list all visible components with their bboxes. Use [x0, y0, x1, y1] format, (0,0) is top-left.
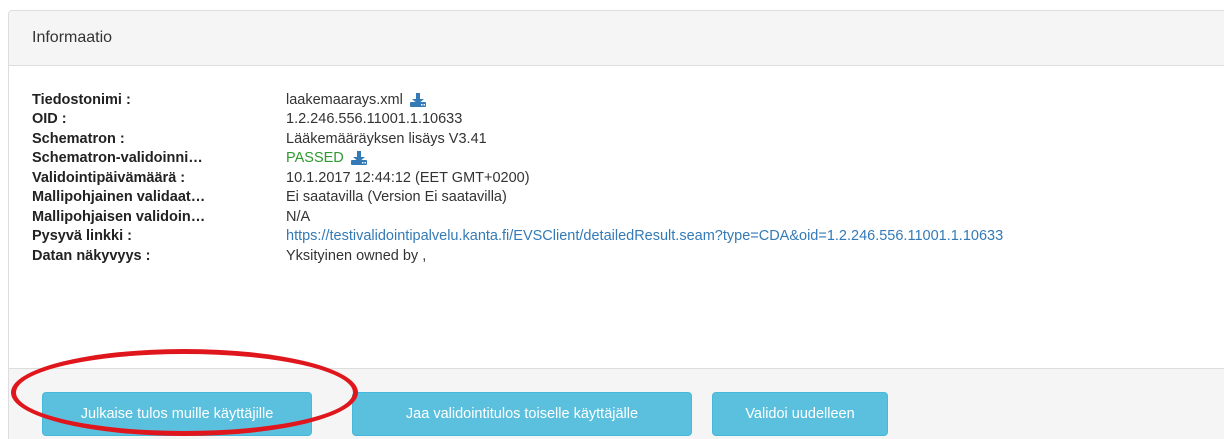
schematron-value: Lääkemääräyksen lisäys V3.41: [286, 130, 487, 147]
info-row-model-validator: Mallipohjainen validaat… Ei saatavilla (…: [32, 188, 1003, 208]
download-icon[interactable]: [350, 150, 368, 166]
panel-heading: Informaatio: [9, 11, 1224, 66]
publish-result-button[interactable]: Julkaise tulos muille käyttäjille: [42, 392, 312, 436]
oid-value: 1.2.246.556.11001.1.10633: [286, 111, 463, 128]
share-result-button[interactable]: Jaa validointitulos toiselle käyttäjälle: [352, 392, 692, 436]
panel-body: Tiedostonimi : laakemaarays.xml OID : 1.…: [9, 66, 1224, 366]
info-row-permanent-link: Pysyvä linkki : https://testivalidointip…: [32, 227, 1003, 247]
permanent-link-value: https://testivalidointipalvelu.kanta.fi/…: [286, 228, 1003, 244]
filename-value: laakemaarays.xml: [286, 92, 427, 108]
data-visibility-value: Yksityinen owned by ,: [286, 247, 427, 264]
info-table: Tiedostonimi : laakemaarays.xml OID : 1.…: [32, 90, 1003, 266]
filename-text: laakemaarays.xml: [286, 91, 403, 108]
info-row-oid: OID : 1.2.246.556.11001.1.10633: [32, 110, 1003, 130]
info-row-schematron: Schematron : Lääkemääräyksen lisäys V3.4…: [32, 129, 1003, 149]
model-validation-result-value: N/A: [286, 208, 311, 225]
info-row-schematron-result: Schematron-validoinni… PASSED: [32, 149, 1003, 169]
validation-date-value: 10.1.2017 12:44:12 (EET GMT+0200): [286, 169, 530, 186]
permanent-link-label: Pysyvä linkki :: [32, 228, 132, 245]
panel-footer: Julkaise tulos muille käyttäjille Jaa va…: [9, 368, 1224, 439]
schematron-result-label: Schematron-validoinni…: [32, 150, 203, 167]
model-validation-result-label: Mallipohjaisen validoin…: [32, 208, 206, 225]
download-icon[interactable]: [409, 92, 427, 108]
schematron-label: Schematron :: [32, 130, 125, 147]
model-validator-value: Ei saatavilla (Version Ei saatavilla): [286, 189, 507, 206]
validation-date-label: Validointipäivämäärä :: [32, 169, 186, 186]
revalidate-button[interactable]: Validoi uudelleen: [712, 392, 888, 436]
oid-label: OID :: [32, 111, 67, 128]
info-row-model-validation-result: Mallipohjaisen validoin… N/A: [32, 207, 1003, 227]
info-row-validation-date: Validointipäivämäärä : 10.1.2017 12:44:1…: [32, 168, 1003, 188]
permanent-link[interactable]: https://testivalidointipalvelu.kanta.fi/…: [286, 228, 1003, 244]
info-row-data-visibility: Datan näkyvyys : Yksityinen owned by ,: [32, 246, 1003, 266]
information-panel: Informaatio Tiedostonimi : laakemaarays.…: [8, 10, 1224, 439]
passed-status: PASSED: [286, 150, 344, 167]
info-row-filename: Tiedostonimi : laakemaarays.xml: [32, 90, 1003, 110]
schematron-result-value: PASSED: [286, 150, 368, 166]
model-validator-label: Mallipohjainen validaat…: [32, 189, 206, 206]
filename-label: Tiedostonimi :: [32, 91, 131, 108]
data-visibility-label: Datan näkyvyys :: [32, 247, 151, 264]
